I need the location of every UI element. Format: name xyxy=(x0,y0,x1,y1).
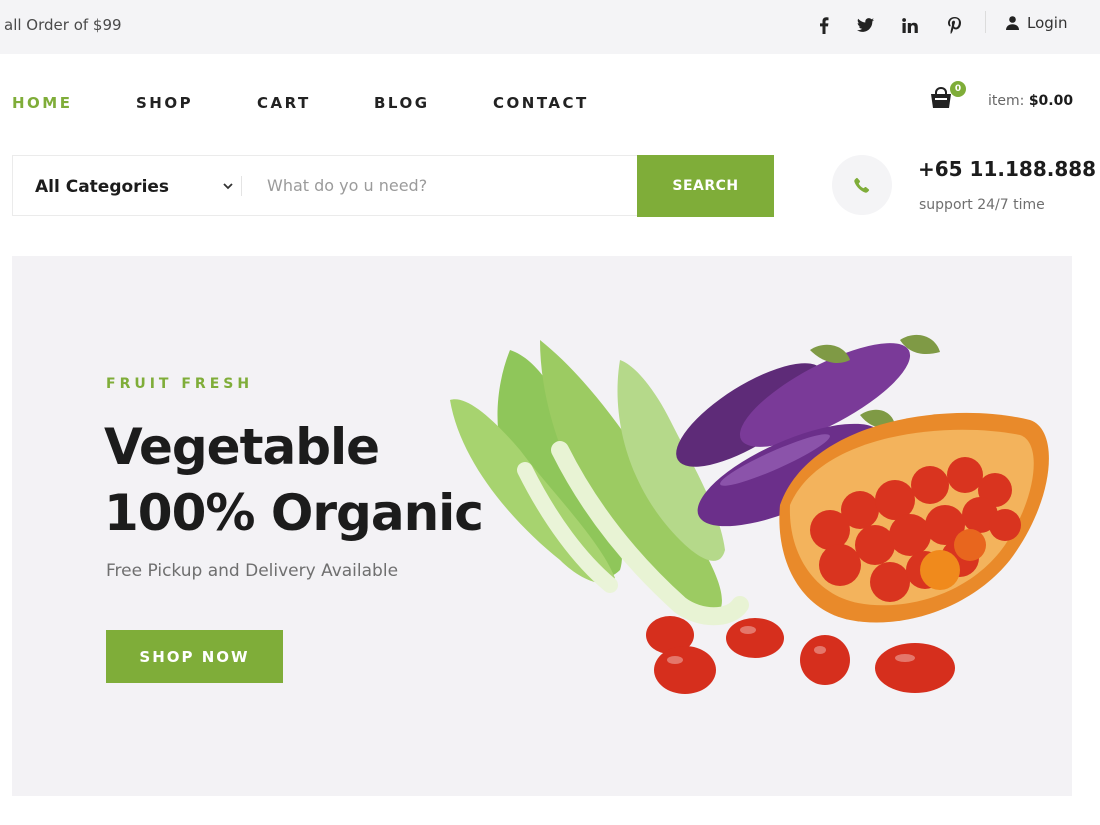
nav-blog[interactable]: BLOG xyxy=(374,94,430,112)
promo-text: all Order of $99 xyxy=(4,16,122,34)
phone-number: +65 11.188.888 xyxy=(918,157,1097,181)
cart-count-badge: 0 xyxy=(950,81,966,97)
nav-home[interactable]: HOME xyxy=(12,94,72,112)
nav-shop[interactable]: SHOP xyxy=(136,94,193,112)
category-label: All Categories xyxy=(35,176,170,197)
top-bar: all Order of $99 xyxy=(0,0,1100,54)
cart-total: item: $0.00 xyxy=(988,93,1073,109)
search-bar: All Categories xyxy=(12,155,637,216)
hero-title-line-2: 100% Organic xyxy=(104,484,484,542)
search-button[interactable]: SEARCH xyxy=(637,155,774,217)
hero-title-line-1: Vegetable xyxy=(104,418,380,476)
nav-cart[interactable]: CART xyxy=(257,94,311,112)
shop-now-button[interactable]: SHOP NOW xyxy=(106,630,283,683)
search-divider xyxy=(241,176,242,196)
support-text: support 24/7 time xyxy=(919,197,1045,213)
user-icon xyxy=(1006,16,1019,30)
login-link[interactable]: Login xyxy=(1006,14,1067,32)
phone-icon xyxy=(832,155,892,215)
login-label: Login xyxy=(1027,14,1068,32)
twitter-icon[interactable] xyxy=(853,14,877,36)
top-divider xyxy=(985,11,986,33)
search-input[interactable] xyxy=(253,156,633,215)
linkedin-icon[interactable] xyxy=(898,14,922,36)
hero-subtitle: Free Pickup and Delivery Available xyxy=(106,561,399,581)
facebook-icon[interactable] xyxy=(812,14,836,36)
cart-total-value: $0.00 xyxy=(1028,93,1074,109)
nav-contact[interactable]: CONTACT xyxy=(493,94,589,112)
hero-eyebrow: FRUIT FRESH xyxy=(106,376,254,392)
cart-total-label: item: xyxy=(988,93,1025,109)
chevron-down-icon xyxy=(223,183,233,190)
hero-title: Vegetable 100% Organic xyxy=(104,414,484,546)
category-select[interactable]: All Categories xyxy=(35,156,233,217)
vegetables-image xyxy=(450,334,1049,694)
pinterest-icon[interactable] xyxy=(942,14,966,36)
